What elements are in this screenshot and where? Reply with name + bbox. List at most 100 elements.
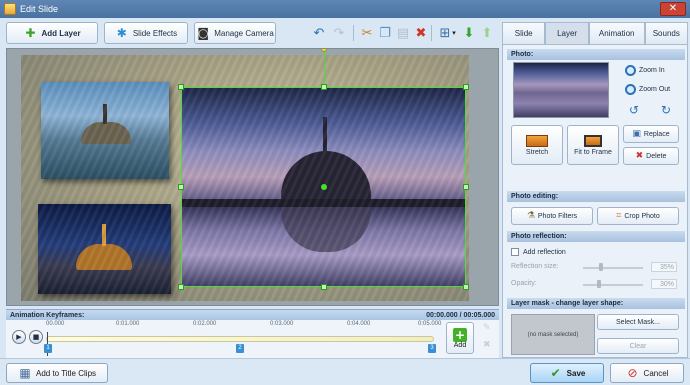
opacity-label: Opacity:	[511, 280, 537, 287]
add-to-title-clips-label: Add to Title Clips	[35, 368, 97, 378]
add-to-title-clips-button[interactable]: ▦ Add to Title Clips	[6, 363, 108, 383]
zoom-in-label: Zoom In	[639, 67, 665, 74]
camera-icon: ◙	[197, 26, 210, 40]
tick-label: 0:05.000	[418, 321, 442, 327]
tick-label: 0:04.000	[347, 321, 371, 327]
delete-icon[interactable]: ✖	[410, 22, 432, 44]
resize-handle[interactable]	[178, 184, 184, 190]
rotation-handle[interactable]	[321, 49, 327, 52]
slide-effects-button[interactable]: ✱ Slide Effects	[104, 22, 188, 44]
resize-handle[interactable]	[321, 84, 327, 90]
keyframes-title: Animation Keyframes:	[10, 311, 85, 319]
resize-handle[interactable]	[321, 284, 327, 290]
fit-to-frame-icon	[584, 134, 602, 147]
reflection-size-thumb[interactable]	[599, 263, 603, 271]
resize-handle[interactable]	[178, 284, 184, 290]
photo-layer-day[interactable]	[41, 82, 169, 179]
title-bar: Edit Slide ✕	[0, 0, 690, 18]
reflection-size-label: Reflection size:	[511, 263, 559, 270]
play-button[interactable]: ▶	[12, 330, 26, 344]
zoom-out-button[interactable]: Zoom Out	[625, 84, 670, 95]
tick-label: 0:02.000	[193, 321, 217, 327]
toolbar: ✚ Add Layer ✱ Slide Effects ◙ Manage Cam…	[6, 22, 494, 44]
add-keyframe-button[interactable]: + Add	[446, 322, 474, 354]
rotate-left-icon[interactable]: ↺	[629, 103, 639, 117]
keyframe-marker[interactable]: 2	[236, 344, 244, 353]
center-point[interactable]	[321, 184, 327, 190]
tick-label: 00.000	[46, 321, 65, 327]
add-layer-label: Add Layer	[41, 28, 81, 38]
stretch-button[interactable]: Stretch	[511, 125, 563, 165]
opacity-thumb[interactable]	[597, 280, 601, 288]
rotation-line	[324, 50, 325, 84]
tab-slide[interactable]: Slide	[502, 22, 546, 44]
save-button[interactable]: ✔ Save	[530, 363, 604, 383]
stop-button[interactable]: ■	[29, 330, 43, 344]
slide-canvas[interactable]	[6, 48, 499, 306]
add-keyframe-label: Add	[453, 341, 467, 349]
reflection-size-slider[interactable]	[583, 267, 643, 269]
island-shape	[81, 122, 131, 144]
resize-handle[interactable]	[463, 184, 469, 190]
undo-icon[interactable]: ↶	[308, 22, 330, 44]
selection-frame[interactable]	[178, 49, 469, 290]
keyframe-marker[interactable]: 1	[44, 344, 52, 353]
resize-handle[interactable]	[463, 84, 469, 90]
stretch-icon	[526, 134, 548, 147]
manage-camera-label: Manage Camera	[214, 28, 274, 38]
photo-filters-button[interactable]: ⚗ Photo Filters	[511, 207, 593, 225]
keyframes-header: Animation Keyframes: 00:00.000 / 00:05.0…	[6, 309, 499, 320]
panel-tabs: Slide Layer Animation Sounds	[502, 22, 688, 44]
photo-reflection-header: Photo reflection:	[507, 231, 685, 242]
add-reflection-label: Add reflection	[523, 248, 566, 256]
photo-layer-night[interactable]	[38, 204, 171, 294]
keyframe-marker[interactable]: 3	[428, 344, 436, 353]
filters-icon: ⚗	[526, 211, 535, 221]
fit-to-frame-label: Fit to Frame	[574, 148, 612, 156]
tab-animation[interactable]: Animation	[588, 22, 645, 44]
delete-keyframe-icon[interactable]: ✖	[483, 340, 491, 350]
delete-photo-button[interactable]: ✖ Delete	[623, 147, 679, 165]
edit-keyframe-icon[interactable]: ✎	[483, 323, 491, 333]
reflection-size-value[interactable]: 35%	[651, 262, 677, 272]
select-mask-label: Select Mask...	[616, 318, 660, 326]
close-button[interactable]: ✕	[660, 2, 686, 16]
opacity-value[interactable]: 30%	[651, 279, 677, 289]
resize-handle[interactable]	[178, 84, 184, 90]
island-shape	[76, 244, 132, 270]
zoom-in-button[interactable]: Zoom In	[625, 65, 665, 76]
replace-button[interactable]: ▣ Replace	[623, 125, 679, 143]
resize-handle[interactable]	[463, 284, 469, 290]
film-icon: ▦	[19, 366, 31, 380]
tick-label: 0:01.000	[116, 321, 140, 327]
layer-tab-content: Photo: Zoom In Zoom Out ↺ ↻ Stretch Fit …	[502, 44, 688, 358]
clear-mask-label: Clear	[629, 342, 647, 350]
manage-camera-button[interactable]: ◙ Manage Camera	[194, 22, 276, 44]
keyframes-panel: ▶ ■ 00.000 0:01.000 0:02.000 0:03.000 0:…	[6, 320, 499, 358]
photo-section-header: Photo:	[507, 49, 685, 60]
spire-shape	[103, 104, 107, 124]
checkbox[interactable]	[511, 248, 519, 256]
select-mask-button[interactable]: Select Mask...	[597, 314, 679, 330]
zoom-out-label: Zoom Out	[639, 86, 671, 93]
crop-icon: ⌗	[616, 211, 622, 221]
redo-icon[interactable]: ↷	[328, 22, 350, 44]
time-ruler: 00.000 0:01.000 0:02.000 0:03.000 0:04.0…	[46, 320, 441, 334]
add-layer-button[interactable]: ✚ Add Layer	[6, 22, 98, 44]
properties-panel: Slide Layer Animation Sounds Photo: Zoom…	[502, 18, 690, 358]
crop-photo-button[interactable]: ⌗ Crop Photo	[597, 207, 679, 225]
keyframe-track[interactable]	[46, 336, 434, 342]
separator	[431, 25, 432, 41]
move-up-icon[interactable]: ⬆	[476, 22, 498, 44]
rotate-right-icon[interactable]: ↻	[661, 103, 671, 117]
keyframes-time: 00:00.000 / 00:05.000	[426, 311, 495, 319]
bottom-bar: ▦ Add to Title Clips ✔ Save ⊘ Cancel	[0, 358, 690, 385]
delete-label: Delete	[646, 152, 667, 160]
tab-layer[interactable]: Layer	[545, 22, 589, 44]
clear-mask-button[interactable]: Clear	[597, 338, 679, 354]
fit-to-frame-button[interactable]: Fit to Frame	[567, 125, 619, 165]
add-reflection-checkbox[interactable]: Add reflection	[511, 248, 566, 256]
opacity-slider[interactable]	[583, 284, 643, 286]
cancel-button[interactable]: ⊘ Cancel	[610, 363, 684, 383]
tab-sounds[interactable]: Sounds	[644, 22, 688, 44]
